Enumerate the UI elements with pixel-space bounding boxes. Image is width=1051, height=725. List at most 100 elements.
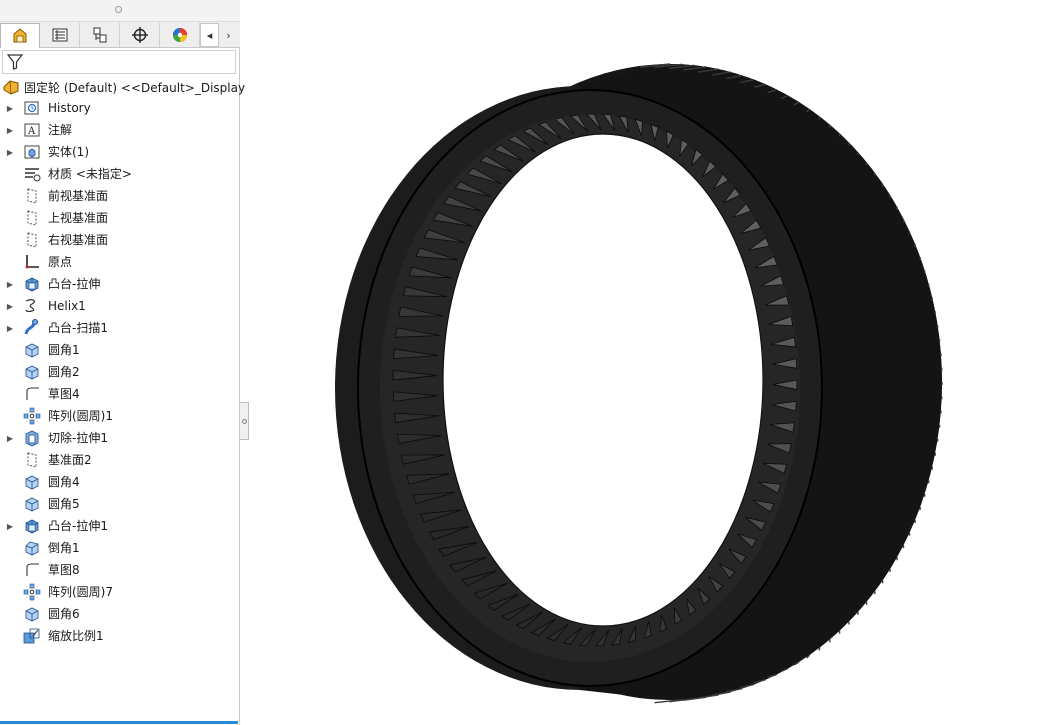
panel-collapse-handle[interactable] <box>240 402 249 440</box>
helix-icon <box>23 297 41 315</box>
tree-item-label: 凸台-扫描1 <box>48 321 108 335</box>
configuration-manager-icon <box>93 27 106 43</box>
tree-item[interactable]: 原点 <box>0 251 238 273</box>
tree-item-label: 倒角1 <box>48 541 80 555</box>
tree-item-label: 材质 <未指定> <box>48 167 132 181</box>
tab-scroll-left-icon[interactable]: ◂ <box>200 23 219 47</box>
tree-item-label: Helix1 <box>48 299 86 313</box>
tree-item-label: 切除-拉伸1 <box>48 431 108 445</box>
tree-root-label: 固定轮 (Default) <<Default>_Display <box>24 80 246 95</box>
feature-manager-panel: ◂ › 固定轮 (Default) <<Default>_Display ▶ Hi… <box>0 0 245 725</box>
tree-item-label: History <box>48 101 91 115</box>
cut-extrude-icon <box>23 429 41 447</box>
tree-item-label: 缩放比例1 <box>48 629 104 643</box>
tree-item-label: 草图4 <box>48 387 80 401</box>
expand-arrow-icon[interactable]: ▶ <box>6 300 14 312</box>
tree-item[interactable]: 圆角1 <box>0 339 238 361</box>
scale-icon <box>23 627 41 645</box>
fillet-icon <box>23 473 41 491</box>
tree-item[interactable]: ▶ 凸台-拉伸 <box>0 273 238 295</box>
tree-item-label: 圆角4 <box>48 475 80 489</box>
grip-dot-icon <box>115 6 122 13</box>
tree-item-label: 基准面2 <box>48 453 92 467</box>
graphics-area[interactable] <box>250 0 1051 725</box>
tree-item[interactable]: 倒角1 <box>0 537 238 559</box>
svg-text:A: A <box>27 126 36 137</box>
tree-item[interactable]: 材质 <未指定> <box>0 163 238 185</box>
tree-item-label: 阵列(圆周)1 <box>48 409 113 423</box>
tree-item[interactable]: 阵列(圆周)7 <box>0 581 238 603</box>
panel-grip[interactable] <box>0 0 240 22</box>
circular-pattern-icon <box>23 583 41 601</box>
expand-arrow-icon[interactable]: ▶ <box>6 520 14 532</box>
fillet-icon <box>23 363 41 381</box>
fillet-icon <box>23 605 41 623</box>
tree-item-label: 实体(1) <box>48 145 89 159</box>
tree-item[interactable]: ▶ 实体(1) <box>0 141 238 163</box>
manager-tabbar: ◂ › <box>0 22 240 48</box>
tree-item-label: 原点 <box>48 255 73 269</box>
fillet-icon <box>23 341 41 359</box>
plane-icon <box>23 187 41 205</box>
feature-manager-icon <box>13 28 27 43</box>
tree-item[interactable]: ▶ History <box>0 97 238 119</box>
ring-gear-model[interactable] <box>250 0 1051 725</box>
circular-pattern-icon <box>23 407 41 425</box>
expand-arrow-icon[interactable]: ▶ <box>6 146 14 158</box>
tree-item-label: 阵列(圆周)7 <box>48 585 113 599</box>
tree-item[interactable]: 右视基准面 <box>0 229 238 251</box>
expand-arrow-icon[interactable]: ▶ <box>6 278 14 290</box>
material-icon <box>23 165 41 183</box>
tree-item-label: 圆角5 <box>48 497 80 511</box>
tab-dimxpert-manager[interactable] <box>120 23 160 47</box>
tab-scroll-right-icon[interactable]: › <box>219 23 238 47</box>
tree-item[interactable]: 阵列(圆周)1 <box>0 405 238 427</box>
tree-item[interactable]: 基准面2 <box>0 449 238 471</box>
sketch-icon <box>23 385 41 403</box>
tree-filter-field[interactable] <box>2 50 236 74</box>
tree-item[interactable]: ▶ 凸台-扫描1 <box>0 317 238 339</box>
chamfer-icon <box>23 539 41 557</box>
expand-arrow-icon[interactable]: ▶ <box>6 124 14 136</box>
sweep-icon <box>23 319 41 337</box>
tree-item[interactable]: ▶ 切除-拉伸1 <box>0 427 238 449</box>
tree-item[interactable]: 上视基准面 <box>0 207 238 229</box>
tab-feature-manager[interactable] <box>0 23 40 48</box>
extrude-icon <box>23 275 41 293</box>
solid-bodies-icon <box>23 143 41 161</box>
origin-icon <box>23 253 41 271</box>
rollback-bar[interactable] <box>0 721 238 724</box>
expand-arrow-icon[interactable]: ▶ <box>6 432 14 444</box>
tree-item[interactable]: 前视基准面 <box>0 185 238 207</box>
expand-arrow-icon[interactable]: ▶ <box>6 102 14 114</box>
filter-icon[interactable] <box>6 53 24 71</box>
tree-item[interactable]: 草图4 <box>0 383 238 405</box>
extrude-icon <box>23 517 41 535</box>
tree-item[interactable]: 圆角5 <box>0 493 238 515</box>
plane-icon <box>23 231 41 249</box>
tree-item[interactable]: ▶ Helix1 <box>0 295 238 317</box>
tree-item-label: 圆角6 <box>48 607 80 621</box>
tree-item[interactable]: ▶ A 注解 <box>0 119 238 141</box>
tree-item-label: 草图8 <box>48 563 80 577</box>
tree-item-label: 圆角1 <box>48 343 80 357</box>
annotations-icon: A <box>23 121 41 139</box>
tree-item-label: 注解 <box>48 123 73 137</box>
plane-icon <box>23 209 41 227</box>
expand-arrow-icon[interactable]: ▶ <box>6 322 14 334</box>
fillet-icon <box>23 495 41 513</box>
tree-item[interactable]: 缩放比例1 <box>0 625 238 647</box>
tree-item[interactable]: ▶ 凸台-拉伸1 <box>0 515 238 537</box>
tree-item[interactable]: 圆角2 <box>0 361 238 383</box>
tab-scroll-buttons: ◂ › <box>200 23 238 47</box>
tree-item[interactable]: 草图8 <box>0 559 238 581</box>
tree-item-label: 凸台-拉伸1 <box>48 519 108 533</box>
tab-configuration-manager[interactable] <box>80 23 120 47</box>
tree-item[interactable]: 圆角6 <box>0 603 238 625</box>
handle-dot-icon <box>241 418 247 424</box>
part-icon <box>3 80 19 95</box>
tree-root-part[interactable]: 固定轮 (Default) <<Default>_Display <box>2 77 245 97</box>
tab-display-manager[interactable] <box>160 23 200 47</box>
tree-item[interactable]: 圆角4 <box>0 471 238 493</box>
tab-property-manager[interactable] <box>40 23 80 47</box>
